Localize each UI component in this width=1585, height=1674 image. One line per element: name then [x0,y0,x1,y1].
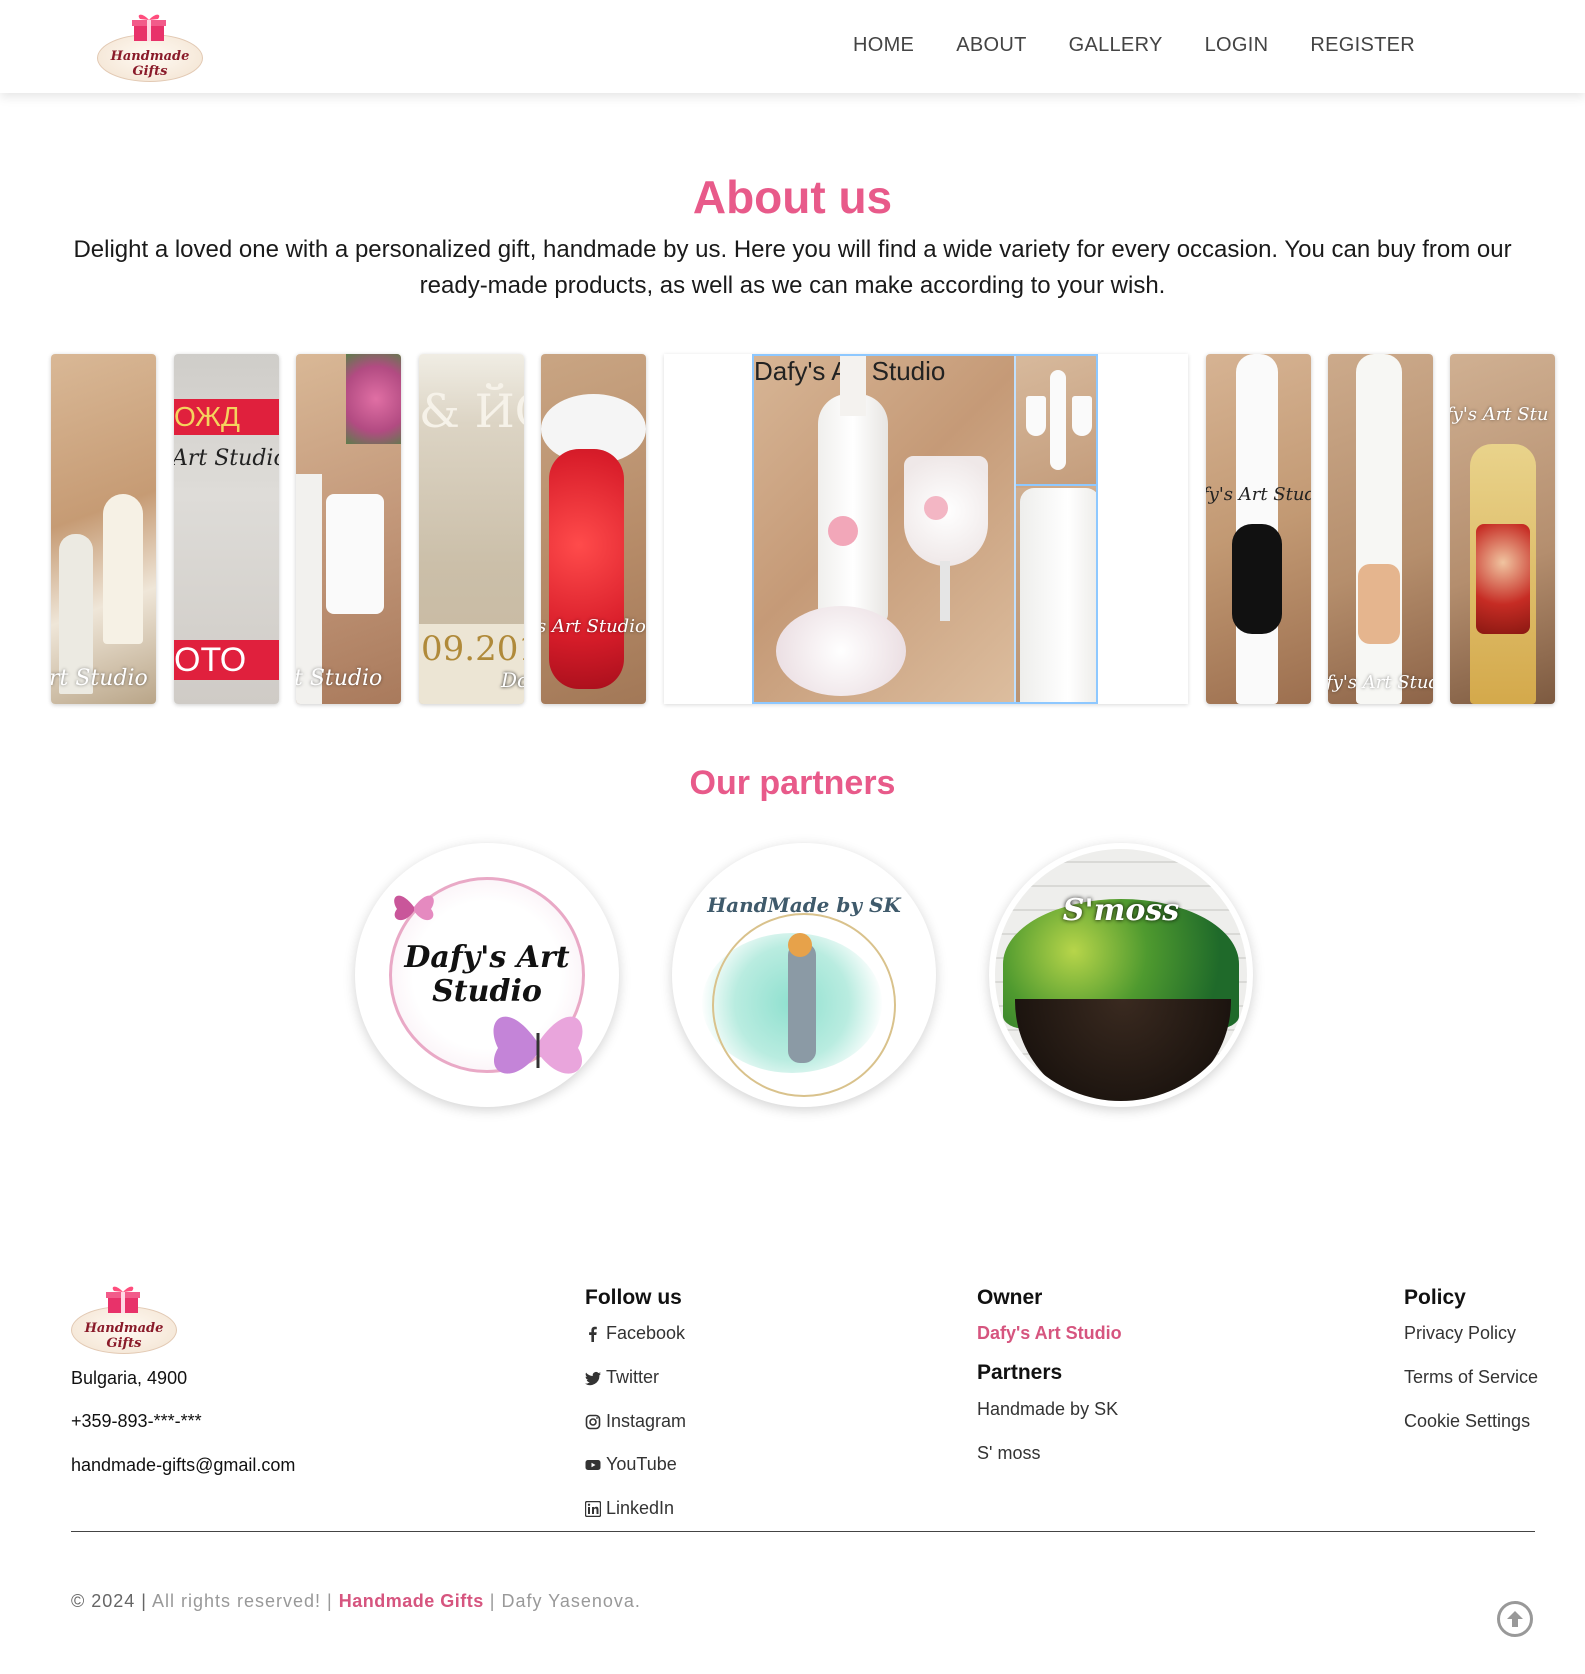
gallery-thumb[interactable]: ОЖД ОТО Art Studio [174,354,279,704]
privacy-policy-link[interactable]: Privacy Policy [1404,1323,1516,1344]
copyright-brand-link[interactable]: Handmade Gifts [339,1591,484,1611]
copyright-year: © 2024 | [71,1591,147,1611]
twitter-link[interactable]: Twitter [585,1367,659,1388]
gallery-thumb[interactable]: fy's Art Stud [1328,354,1433,704]
bottle-neck [840,356,866,416]
youtube-label: YouTube [606,1454,677,1474]
instagram-label: Instagram [606,1411,687,1431]
cookie-settings-link[interactable]: Cookie Settings [1404,1411,1530,1432]
footer-divider [71,1531,1535,1532]
watermark: fy's Art Stud [1206,484,1311,505]
butterfly-icon [394,895,434,921]
site-logo[interactable]: Handmade Gifts [97,8,203,84]
policy-heading: Policy [1404,1286,1466,1309]
facebook-icon [589,1326,597,1342]
partner-link-smoss[interactable]: S' moss [977,1443,1040,1464]
terms-of-service-link[interactable]: Terms of Service [1404,1367,1538,1388]
watermark: s Art Studio [541,616,646,637]
figure-illustration [788,943,816,1063]
nav-login[interactable]: LOGIN [1205,34,1269,57]
glass-stem [940,561,950,621]
about-text: Delight a loved one with a personalized … [73,236,1512,299]
logo-text-line2: Gifts [106,1336,142,1351]
rose-decor [924,496,948,520]
youtube-icon [585,1459,601,1470]
footer-email[interactable]: handmade-gifts@gmail.com [71,1455,295,1476]
partner-logo-dafys-art-studio[interactable]: Dafy's Art Studio [355,843,619,1107]
partner-caption: HandMade by SK [707,893,901,917]
copyright-rights: All rights reserved! | [152,1591,333,1611]
partner-link-handmade-by-sk[interactable]: Handmade by SK [977,1399,1118,1420]
partner-caption: S'moss [1062,893,1180,928]
about-title: About us [692,171,893,223]
partners-heading: Partners [977,1361,1063,1384]
gallery-thumb[interactable]: s Art Studio [541,354,646,704]
copyright: © 2024 | All rights reserved! | Handmade… [71,1591,641,1612]
partner-logo-handmade-by-sk[interactable]: HandMade by SK [672,843,936,1107]
gallery-thumb[interactable]: rt Studio [51,354,156,704]
footer-address: Bulgaria, 4900 [71,1368,188,1388]
owner-heading: Owner [977,1286,1043,1309]
instagram-icon [585,1414,601,1429]
gallery-thumb[interactable]: fy's Art Stud [1206,354,1311,704]
site-header: Handmade Gifts HOME ABOUT GALLERY LOGIN … [0,0,1585,93]
watermark: fy's Art Stu [1450,404,1549,425]
logo-text-line1: Handmade [110,49,190,64]
copyright-author: | Dafy Yasenova. [489,1591,641,1611]
gallery-thumb[interactable]: t Studio [296,354,401,704]
watermark: rt Studio [51,666,148,691]
gallery-featured-image[interactable]: Dafy's Art Studio [752,354,1098,704]
linkedin-label: LinkedIn [606,1498,675,1518]
linkedin-link[interactable]: LinkedIn [585,1498,674,1519]
plaque-text: & ЙС [419,384,524,438]
facebook-label: Facebook [606,1323,686,1343]
bottle-shape [818,394,888,624]
partner-caption: Dafy's Art Studio [404,940,570,1009]
youtube-link[interactable]: YouTube [585,1454,677,1475]
gift-icon [132,14,166,41]
nav-about[interactable]: ABOUT [956,34,1026,57]
main-nav: HOME ABOUT GALLERY LOGIN REGISTER [853,34,1415,57]
partners-title: Our partners [689,764,896,802]
facebook-link[interactable]: Facebook [585,1323,685,1344]
logo-text-line1: Handmade [84,1321,164,1336]
twitter-label: Twitter [606,1367,660,1387]
logo-text-line2: Gifts [132,64,168,79]
nav-gallery[interactable]: GALLERY [1069,34,1163,57]
collage-thumb [1016,356,1096,486]
twitter-icon [585,1371,601,1385]
follow-us-heading: Follow us [585,1286,682,1309]
lying-glass [776,606,906,696]
arrow-up-icon [1507,1611,1523,1627]
banner-text: ОТО [174,640,279,680]
watermark: t Studio [296,666,383,691]
footer-logo[interactable]: Handmade Gifts [71,1280,177,1356]
footer-phone: +359-893-***-*** [71,1411,202,1431]
rose-decor [828,516,858,546]
banner-text: ОЖД [174,399,279,435]
nav-register[interactable]: REGISTER [1310,34,1415,57]
nav-home[interactable]: HOME [853,34,914,57]
instagram-link[interactable]: Instagram [585,1411,686,1432]
gallery-thumb[interactable]: fy's Art Stu [1450,354,1555,704]
plaque-text: Dc [501,668,524,692]
gift-icon [106,1286,140,1313]
collage-thumb [1016,488,1096,702]
partner-logo-smoss[interactable]: S'moss [989,843,1253,1107]
watermark: fy's Art Stud [1328,672,1433,693]
gallery-thumb[interactable]: & ЙС 09.201 Dc [419,354,524,704]
back-to-top-button[interactable] [1497,1601,1533,1637]
figure-hair [788,933,812,957]
linkedin-icon [585,1500,601,1517]
plaque-date: 09.201 [421,629,524,669]
watermark: Art Studio [174,446,279,471]
owner-link[interactable]: Dafy's Art Studio [977,1323,1122,1344]
